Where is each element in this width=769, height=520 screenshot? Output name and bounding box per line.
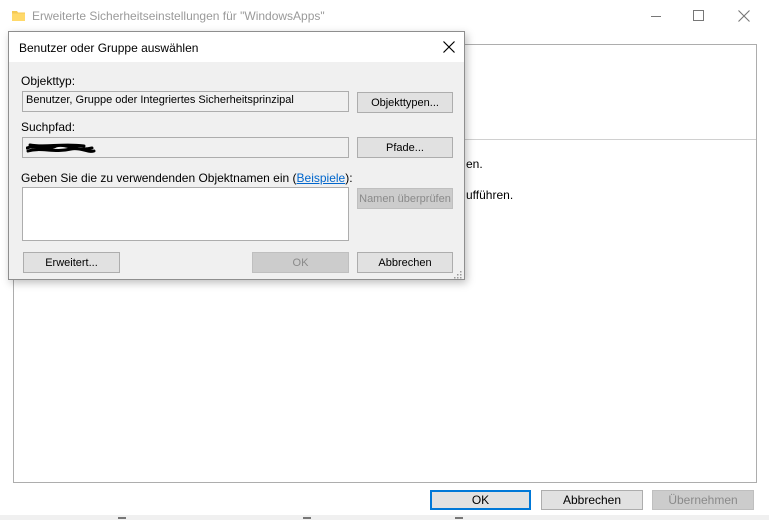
cancel-button[interactable]: Abbrechen [541, 490, 643, 510]
partial-text-1: en. [466, 157, 483, 171]
ok-button[interactable]: OK [430, 490, 531, 510]
object-names-input[interactable] [22, 187, 349, 241]
check-names-button[interactable]: Namen überprüfen [357, 188, 453, 209]
search-path-label: Suchpfad: [21, 120, 76, 134]
close-window-icon[interactable] [721, 0, 767, 31]
paths-button[interactable]: Pfade... [357, 137, 453, 158]
dialog-titlebar[interactable]: Benutzer oder Gruppe auswählen [9, 32, 464, 62]
object-names-label-prefix: Geben Sie die zu verwendenden Objektname… [21, 171, 297, 185]
select-user-group-dialog: Benutzer oder Gruppe auswählen Objekttyp… [8, 31, 465, 280]
partial-text-2: ufführen. [466, 188, 514, 202]
window-titlebar[interactable]: Erweiterte Sicherheitseinstellungen für … [0, 0, 769, 31]
redaction-scribble [26, 143, 96, 153]
strip-mark [118, 517, 126, 519]
dialog-ok-button[interactable]: OK [252, 252, 349, 273]
close-icon[interactable] [441, 39, 457, 55]
maximize-icon[interactable] [675, 0, 721, 31]
window-title: Erweiterte Sicherheitseinstellungen für … [32, 9, 325, 23]
object-names-label-suffix: ): [345, 171, 353, 185]
dialog-title: Benutzer oder Gruppe auswählen [19, 41, 199, 55]
object-type-label: Objekttyp: [21, 74, 76, 88]
object-type-field: Benutzer, Gruppe oder Integriertes Siche… [22, 91, 349, 112]
strip-mark [455, 517, 463, 519]
apply-button[interactable]: Übernehmen [652, 490, 754, 510]
panel-divider [465, 139, 756, 140]
folder-icon [12, 9, 25, 22]
dialog-cancel-button[interactable]: Abbrechen [357, 252, 453, 273]
object-names-label: Geben Sie die zu verwendenden Objektname… [21, 171, 353, 185]
object-types-button[interactable]: Objekttypen... [357, 92, 453, 113]
strip-mark [303, 517, 311, 519]
search-path-field [22, 137, 349, 158]
examples-link[interactable]: Beispiele [297, 171, 346, 185]
minimize-icon[interactable] [633, 0, 679, 31]
taskbar-strip [0, 515, 769, 520]
resize-grip-icon[interactable] [452, 269, 462, 279]
advanced-button[interactable]: Erweitert... [23, 252, 120, 273]
